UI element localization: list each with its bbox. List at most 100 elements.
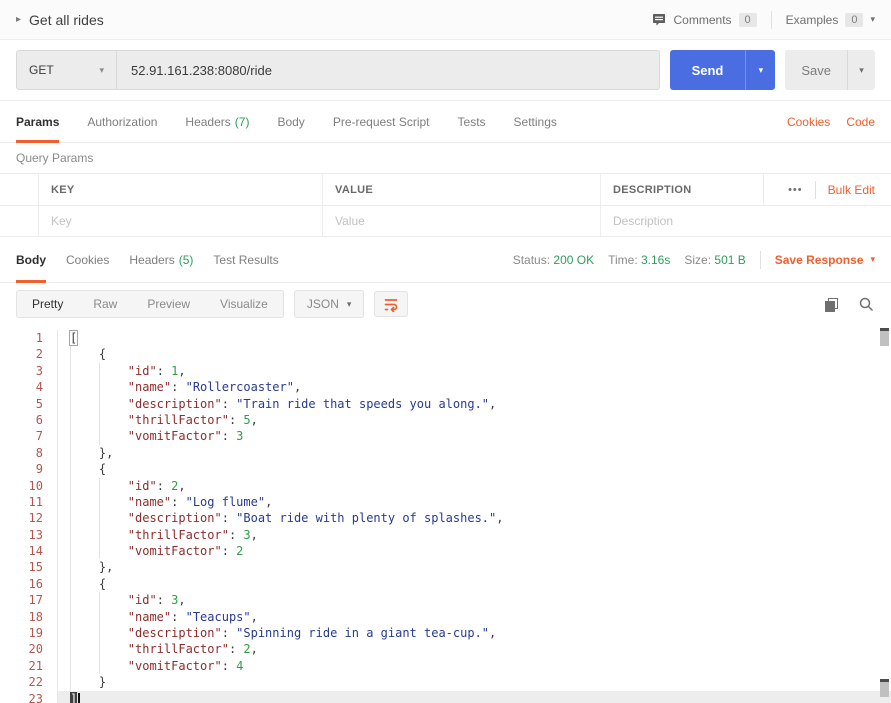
scrollbar-thumb-bottom[interactable]: [880, 679, 889, 697]
status-value: 200 OK: [553, 252, 595, 267]
bulk-edit-link[interactable]: Bulk Edit: [828, 183, 875, 197]
code-line: 15},: [0, 559, 891, 576]
indent-guide: [98, 379, 128, 396]
tab-tests[interactable]: Tests: [458, 101, 486, 142]
select-column-header: [0, 174, 38, 205]
comments-label: Comments: [673, 12, 732, 27]
cookies-link[interactable]: Cookies: [787, 115, 830, 129]
language-select[interactable]: JSON ▾: [293, 290, 365, 318]
tab-pre-request-script[interactable]: Pre-request Script: [333, 101, 430, 142]
code-line: 12 "description": "Boat ride with plenty …: [0, 510, 891, 527]
save-response-dropdown[interactable]: Save Response ▾: [775, 253, 875, 267]
scrollbar-thumb-top[interactable]: [880, 328, 889, 346]
response-tab-body[interactable]: Body: [16, 237, 46, 283]
code-token: "Train ride that speeds you along.": [236, 396, 490, 411]
code-token: 3: [243, 527, 251, 542]
code-token: "thrillFactor": [127, 642, 229, 657]
code-link[interactable]: Code: [846, 115, 875, 129]
response-tab-headers[interactable]: Headers (5): [129, 237, 193, 282]
indent-guide: [70, 346, 99, 363]
time-value: 3.16s: [641, 252, 671, 267]
status-label: Status:: [512, 252, 551, 267]
line-number: 10: [0, 477, 58, 494]
code-token: :: [221, 429, 237, 444]
tab-settings[interactable]: Settings: [514, 101, 557, 142]
indent-guide: [98, 395, 128, 412]
chevron-down-icon: ▾: [99, 64, 104, 75]
indent-guide: [70, 461, 99, 478]
indent-guide: [98, 428, 128, 445]
url-field-container: [116, 50, 660, 90]
view-tab-preview[interactable]: Preview: [132, 291, 205, 317]
code-token: },: [98, 445, 114, 460]
more-options-icon[interactable]: •••: [788, 184, 803, 196]
view-tab-raw[interactable]: Raw: [78, 291, 132, 317]
code-token: :: [221, 626, 237, 641]
request-title[interactable]: ▸ Get all rides: [16, 12, 104, 28]
param-description-input[interactable]: [613, 214, 879, 228]
response-tab-cookies[interactable]: Cookies: [66, 237, 109, 282]
indent-guide: [70, 608, 99, 626]
code-token: :: [228, 527, 244, 542]
scrollbar-track[interactable]: [879, 327, 889, 701]
code-area[interactable]: 1[2{3 "id": 1, 4 "name": "Rollercoaster", 5 "…: [0, 325, 891, 703]
code-token: ,: [250, 642, 258, 657]
method-select[interactable]: GET ▾: [16, 50, 116, 90]
line-number: 3: [0, 362, 58, 380]
examples-dropdown[interactable]: Examples 0 ▾: [786, 12, 875, 27]
code-line: 17 "id": 3,: [0, 592, 891, 609]
line-number: 19: [0, 625, 58, 642]
comments-button[interactable]: Comments 0: [651, 12, 757, 28]
headers-count: (5): [178, 252, 194, 267]
code-line: 6 "thrillFactor": 5,: [0, 411, 891, 429]
tab-params[interactable]: Params: [16, 101, 60, 143]
code-token: 4: [236, 658, 244, 673]
send-button[interactable]: Send: [669, 50, 746, 90]
code-token: ,: [178, 478, 186, 493]
code-token: {: [98, 347, 107, 362]
code-token: :: [228, 412, 244, 427]
search-response-button[interactable]: [858, 296, 875, 313]
response-tabs-bar: Body Cookies Headers (5) Test Results Sta…: [0, 237, 891, 283]
line-number: 21: [0, 657, 58, 675]
copy-response-button[interactable]: [823, 296, 840, 313]
indent-guide: [98, 641, 128, 658]
url-input[interactable]: [117, 62, 659, 78]
view-tab-visualize[interactable]: Visualize: [205, 291, 283, 317]
indent-guide: [70, 559, 99, 576]
code-token: "Spinning ride in a giant tea-cup.": [236, 626, 490, 641]
wrap-text-button[interactable]: [374, 291, 409, 317]
code-token: }: [98, 675, 107, 690]
code-token: 2: [243, 642, 251, 657]
line-number: 16: [0, 575, 58, 593]
tab-authorization[interactable]: Authorization: [87, 101, 157, 142]
tab-label: Body: [16, 252, 46, 267]
disclosure-triangle-icon[interactable]: ▸: [16, 14, 21, 25]
indent-guide: [70, 395, 99, 412]
code-token: :: [156, 363, 172, 378]
size-value: 501 B: [714, 252, 746, 267]
send-options-caret[interactable]: ▾: [745, 50, 776, 90]
indent-guide: [98, 411, 128, 429]
divider: [759, 250, 761, 269]
code-token: "thrillFactor": [127, 527, 229, 542]
save-button[interactable]: Save: [785, 50, 847, 90]
code-token: :: [221, 544, 237, 559]
code-token: 5: [243, 412, 251, 427]
code-token: ,: [265, 494, 273, 509]
save-options-caret[interactable]: ▾: [847, 50, 875, 90]
tab-label: Settings: [513, 114, 557, 129]
code-token: "vomitFactor": [127, 429, 222, 444]
request-name: Get all rides: [29, 11, 104, 28]
view-mode-switcher: Pretty Raw Preview Visualize: [16, 290, 284, 318]
tab-body[interactable]: Body: [277, 101, 304, 142]
tab-headers[interactable]: Headers (7): [185, 101, 249, 142]
line-number: 9: [0, 461, 58, 478]
line-number: 7: [0, 428, 58, 445]
indent-guide: [70, 657, 99, 675]
param-key-input[interactable]: [51, 214, 310, 228]
indent-guide: [70, 575, 99, 593]
view-tab-pretty[interactable]: Pretty: [17, 291, 78, 317]
response-tab-test-results[interactable]: Test Results: [213, 237, 278, 282]
param-value-input[interactable]: [335, 214, 588, 228]
